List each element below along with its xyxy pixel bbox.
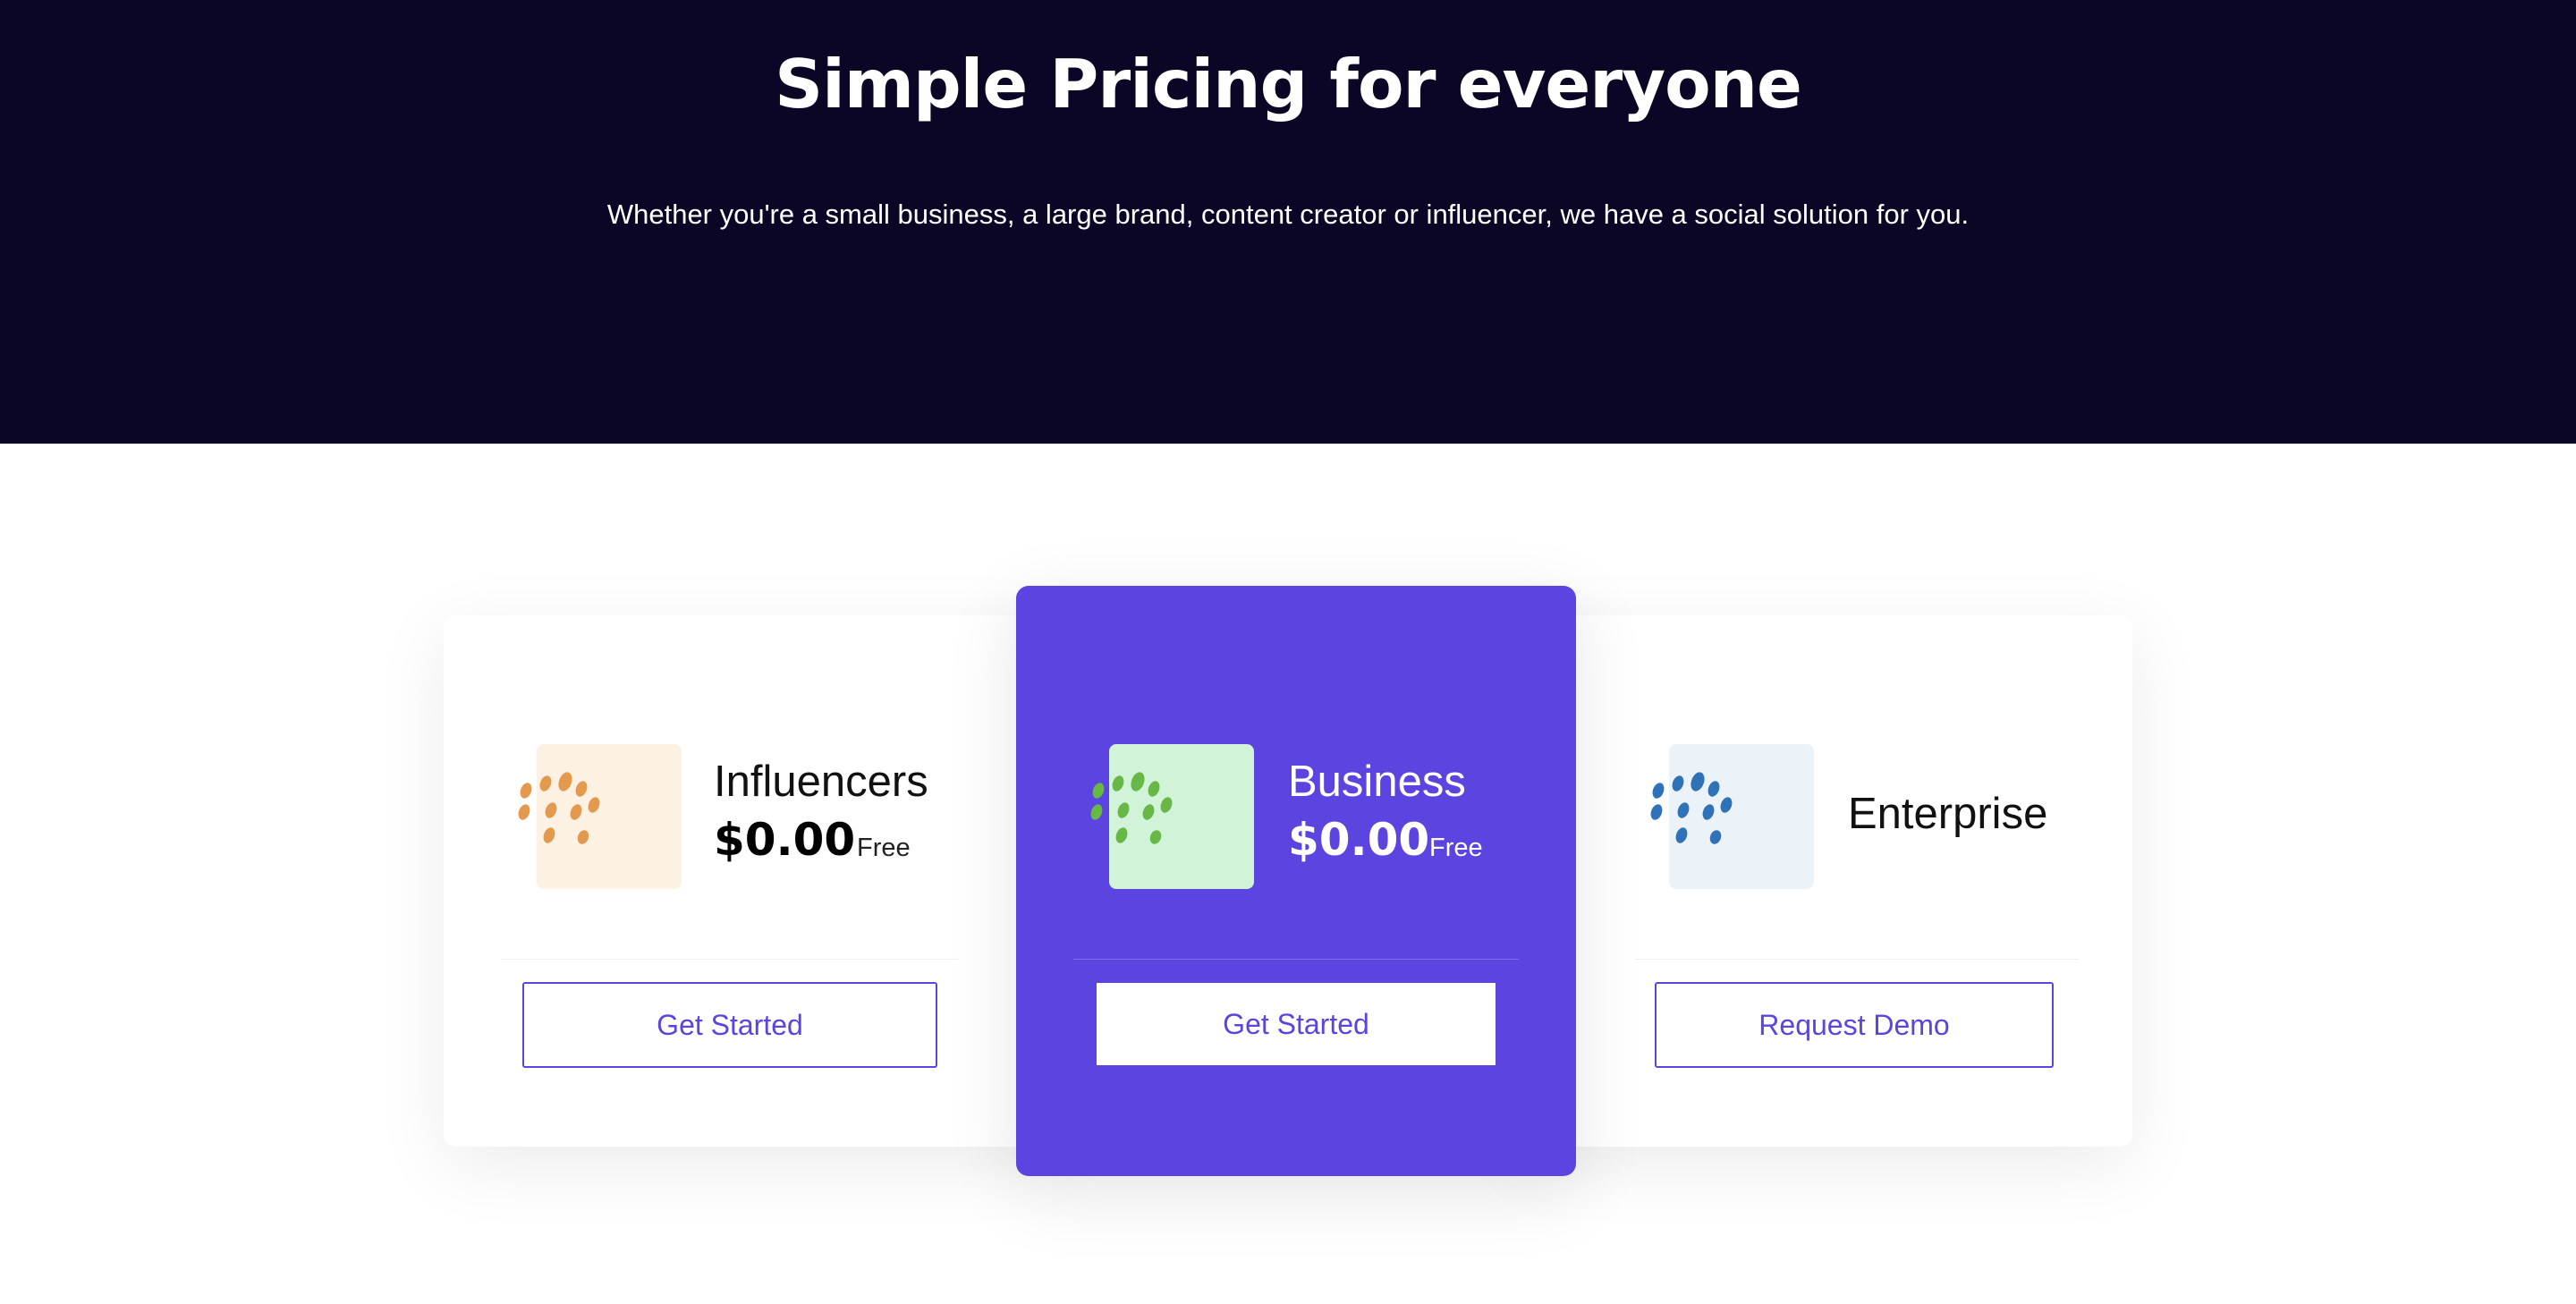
plan-name: Influencers: [714, 758, 928, 806]
plan-card-business: Business $0.00 Free Get Started: [1016, 586, 1576, 1176]
plan-name: Business: [1288, 758, 1466, 806]
dots-icon: [518, 772, 600, 844]
dots-icon: [1090, 772, 1173, 844]
plan-icon-box: [1650, 744, 1814, 889]
plan-name: Enterprise: [1848, 790, 2048, 838]
card-divider: [501, 959, 959, 960]
card-divider: [1635, 959, 2079, 960]
plan-card-enterprise: Enterprise Request Demo: [1521, 615, 2132, 1147]
page-title: Simple Pricing for everyone: [775, 45, 1802, 123]
hero-section: Simple Pricing for everyone Whether you'…: [0, 0, 2576, 444]
plan-price: $0.00: [714, 814, 856, 866]
plan-card-influencers: Influencers $0.00 Free Get Started: [444, 615, 1052, 1147]
request-demo-button[interactable]: Request Demo: [1655, 982, 2054, 1068]
card-divider: [1073, 959, 1519, 960]
get-started-button[interactable]: Get Started: [1097, 983, 1496, 1065]
plan-price: $0.00: [1288, 814, 1430, 866]
dots-icon: [1650, 772, 1733, 844]
plan-price-note: Free: [857, 834, 911, 862]
get-started-button[interactable]: Get Started: [522, 982, 937, 1068]
plan-icon-box: [518, 744, 682, 889]
plan-price-note: Free: [1429, 834, 1483, 862]
plan-icon-box: [1090, 744, 1254, 889]
page-subtitle: Whether you're a small business, a large…: [606, 199, 1970, 230]
